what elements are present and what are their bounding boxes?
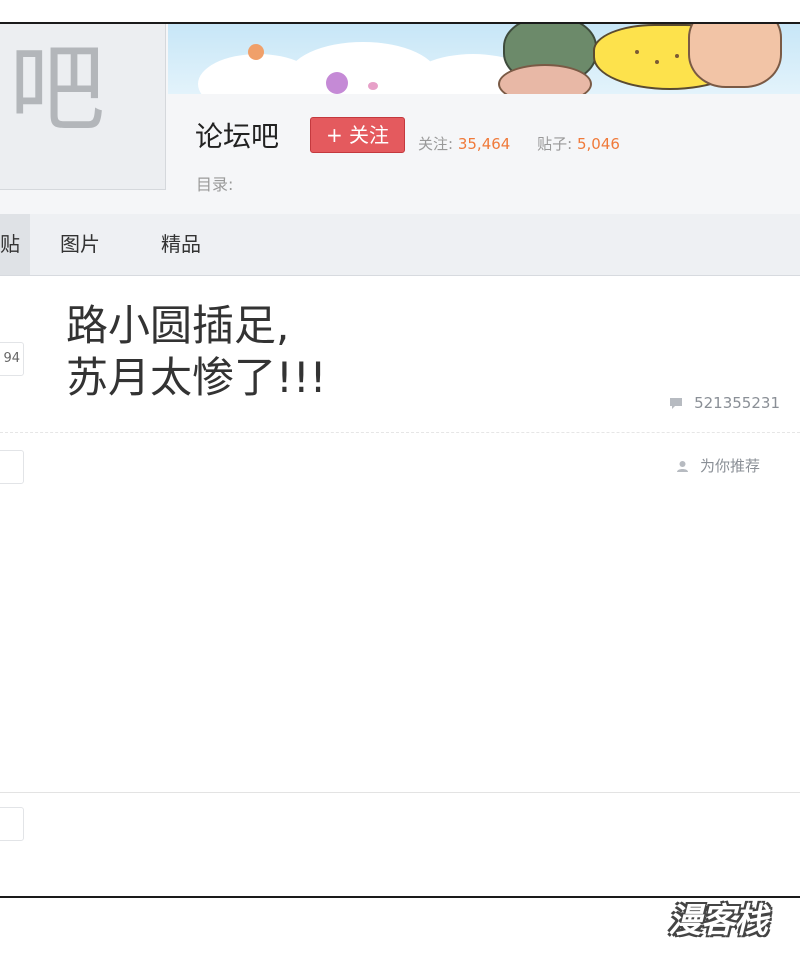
forum-avatar[interactable]: 吧 xyxy=(0,24,166,190)
follow-button[interactable]: + 关注 xyxy=(310,117,405,153)
comment-icon xyxy=(670,398,683,409)
thread-author[interactable]: 521355231 xyxy=(669,394,780,412)
posts-stat-label: 贴子: xyxy=(537,135,573,153)
catalog-label: 目录: xyxy=(196,175,234,194)
author-name: 521355231 xyxy=(694,394,780,412)
follow-stat-label: 关注: xyxy=(418,135,454,153)
watermark-logo: 漫客栈 xyxy=(668,901,768,941)
tab-featured[interactable]: 精品 xyxy=(161,214,201,275)
forum-header: 吧 论坛吧 + 关注 关注: 35,464 贴子: 5,046 目录: xyxy=(0,24,800,215)
thread-title-line: 路小圆插足, xyxy=(66,301,290,350)
thread-title-line: 苏月太惨了!!! xyxy=(66,353,327,402)
tab-posts[interactable]: 看贴 xyxy=(0,214,30,275)
reply-count-badge xyxy=(0,450,24,484)
forum-page: 吧 论坛吧 + 关注 关注: 35,464 贴子: 5,046 目录: 看贴 图… xyxy=(0,22,800,898)
posts-count: 5,046 xyxy=(576,135,620,153)
reply-count-badge: 94 xyxy=(0,342,24,376)
recommend-tag: 为你推荐 xyxy=(676,455,760,476)
user-icon xyxy=(677,461,689,472)
reply-count-badge xyxy=(0,807,24,841)
tab-posts-label: 看贴 xyxy=(0,232,20,256)
follow-count: 35,464 xyxy=(457,135,511,153)
thread-divider xyxy=(0,432,800,433)
avatar-placeholder-text: 吧 xyxy=(9,33,105,145)
forum-stats: 关注: 35,464 贴子: 5,046 xyxy=(418,134,642,154)
thread-divider xyxy=(0,792,800,793)
tab-bar: 看贴 图片 精品 xyxy=(0,214,800,276)
forum-name[interactable]: 论坛吧 xyxy=(195,120,279,154)
tab-images[interactable]: 图片 xyxy=(60,214,100,275)
thread-title[interactable]: 路小圆插足, 苏月太惨了!!! xyxy=(66,300,327,404)
header-banner-illustration xyxy=(168,24,800,94)
recommend-label: 为你推荐 xyxy=(699,457,760,475)
